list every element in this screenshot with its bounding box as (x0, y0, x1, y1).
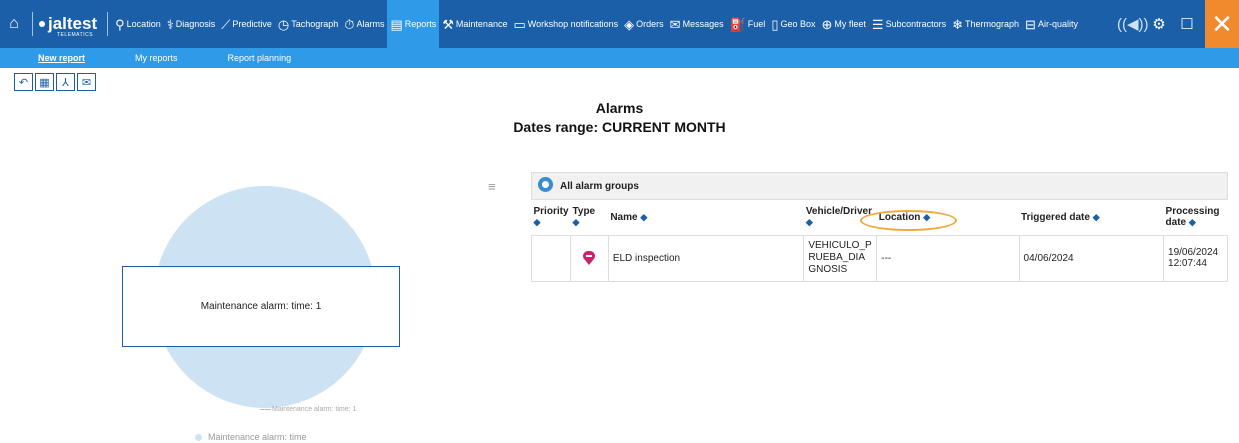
table-row[interactable]: ELD inspection VEHICULO_PRUEBA_DIAGNOSIS… (530, 234, 1228, 282)
window-controls: ((◀)) ⚙ ☐ ✕ (1117, 0, 1239, 48)
fuel-icon: ⛽ (729, 16, 746, 32)
tab-new-report[interactable]: New report (0, 53, 110, 63)
envelope-icon: ✉ (669, 16, 681, 32)
home-icon[interactable]: ⌂ (0, 0, 28, 48)
cell-priority (530, 234, 572, 282)
cell-processing: 19/06/2024 12:07:44 (1163, 234, 1228, 282)
alarm-marker-icon (583, 251, 596, 265)
nav-item-label: Air-quality (1037, 19, 1078, 29)
back-icon[interactable]: ↶ (14, 73, 33, 91)
fleet-icon: ⊕ (821, 16, 833, 32)
nav-item-reports[interactable]: ▤ Reports (387, 0, 440, 48)
col-type[interactable]: Type ◆ (570, 200, 609, 236)
chart-tooltip: Maintenance alarm: time: 1 (122, 266, 400, 347)
tab-report-planning[interactable]: Report planning (203, 53, 317, 63)
main-nav: ⚲ Location ⚕ Diagnosis ⟋ Predictive ◷ Tachograp… (112, 0, 1081, 48)
audio-icon[interactable]: ((◀)) (1117, 15, 1149, 33)
nav-item-diagnosis[interactable]: ⚕ Diagnosis (164, 0, 219, 48)
nav-item-label: Messages (682, 19, 724, 29)
nav-item-label: Reports (404, 19, 437, 29)
divider (32, 12, 33, 36)
nav-item-my-fleet[interactable]: ⊕ My fleet (819, 0, 869, 48)
wrench-icon: ⚒ (442, 16, 454, 32)
col-processing[interactable]: Processing date ◆ (1163, 200, 1228, 236)
email-icon[interactable]: ✉ (77, 73, 96, 91)
tachograph-icon: ◷ (277, 16, 290, 32)
nav-item-fuel[interactable]: ⛽ Fuel (727, 0, 769, 48)
pdf-export-icon[interactable]: ⅄ (56, 73, 75, 91)
air-quality-icon: ⊟ (1025, 16, 1036, 32)
location-pin-icon (538, 177, 553, 195)
gear-icon[interactable]: ⚙ (1145, 15, 1173, 33)
nav-item-label: Diagnosis (175, 19, 216, 29)
nav-item-label: Maintenance (455, 19, 508, 29)
nav-item-label: Thermograph (965, 19, 1020, 29)
nav-item-label: Fuel (747, 19, 766, 29)
nav-item-orders[interactable]: ◈ Orders (621, 0, 667, 48)
nav-item-predictive[interactable]: ⟋ Predictive (218, 0, 275, 48)
logo-text: jaltest (48, 14, 98, 33)
diagnosis-icon: ⚕ (166, 16, 174, 32)
excel-export-icon[interactable]: ▦ (35, 73, 54, 91)
close-icon[interactable]: ✕ (1205, 0, 1239, 48)
nav-item-label: Workshop notifications (527, 19, 619, 29)
cell-name: ELD inspection (607, 234, 805, 282)
nav-item-label: Alarms (356, 19, 385, 29)
predictive-icon: ⟋ (221, 16, 231, 32)
pie-data-label: Maintenance alarm: time: 1 (259, 406, 357, 413)
cell-triggered: 04/06/2024 (1018, 234, 1165, 282)
top-navbar: ⌂ jaltest TELEMATICS ⚲ Location ⚕ Diagnosis… (0, 0, 1239, 48)
divider (107, 12, 109, 36)
nav-item-label: Predictive (232, 19, 272, 29)
nav-item-label: Location (126, 19, 161, 29)
cell-type (570, 234, 609, 282)
report-icon: ▤ (390, 16, 403, 32)
nav-item-label: Orders (636, 19, 664, 29)
nav-item-workshop-notifications[interactable]: ▭ Workshop notifications (510, 0, 621, 48)
menu-icon[interactable]: ≡ (488, 179, 496, 194)
nav-item-tachograph[interactable]: ◷ Tachograph (275, 0, 341, 48)
nav-item-label: Geo Box (780, 19, 816, 29)
nav-item-thermograph[interactable]: ❄ Thermograph (949, 0, 1022, 48)
nav-item-label: Subcontractors (885, 19, 947, 29)
group-label: All alarm groups (560, 180, 639, 192)
report-toolbar: ↶ ▦ ⅄ ✉ (14, 73, 96, 91)
nav-item-label: My fleet (834, 19, 866, 29)
maximize-icon[interactable]: ☐ (1173, 15, 1201, 33)
snowflake-icon: ❄ (952, 16, 964, 32)
chart-legend-item[interactable]: Maintenance alarm: time (195, 432, 307, 442)
nav-item-location[interactable]: ⚲ Location (112, 0, 164, 48)
cell-vehicle: VEHICULO_PRUEBA_DIAGNOSIS (803, 234, 878, 282)
jaltest-logo[interactable]: jaltest TELEMATICS (39, 14, 98, 38)
pin-icon: ⚲ (115, 16, 125, 32)
nav-item-subcontractors[interactable]: ☰ Subcontractors (869, 0, 949, 48)
nav-item-air-quality[interactable]: ⊟ Air-quality (1022, 0, 1081, 48)
col-triggered[interactable]: Triggered date ◆ (1019, 200, 1164, 236)
list-icon: ☰ (871, 16, 884, 32)
alarm-clock-icon: ⏱ (344, 16, 355, 32)
nav-item-label: Tachograph (291, 19, 339, 29)
col-priority[interactable]: Priority ◆ (531, 200, 571, 236)
nav-item-maintenance[interactable]: ⚒ Maintenance (439, 0, 510, 48)
tab-my-reports[interactable]: My reports (110, 53, 203, 63)
report-date-range: Dates range: CURRENT MONTH (513, 119, 726, 135)
nav-item-messages[interactable]: ✉ Messages (667, 0, 727, 48)
cube-icon: ◈ (624, 16, 635, 32)
legend-dot (195, 433, 202, 441)
legend-label: Maintenance alarm: time (208, 432, 307, 442)
folder-icon: ▭ (513, 16, 526, 32)
geobox-icon: ▯ (771, 16, 779, 32)
nav-item-alarms[interactable]: ⏱ Alarms (341, 0, 387, 48)
group-header[interactable]: All alarm groups (531, 172, 1228, 200)
cell-location: --- (876, 234, 1020, 282)
report-title: Alarms (595, 100, 644, 116)
col-name[interactable]: Name ◆ (608, 200, 804, 236)
location-highlight (860, 210, 957, 231)
report-subnav: New report My reports Report planning (0, 48, 1239, 68)
nav-item-geo-box[interactable]: ▯ Geo Box (768, 0, 818, 48)
